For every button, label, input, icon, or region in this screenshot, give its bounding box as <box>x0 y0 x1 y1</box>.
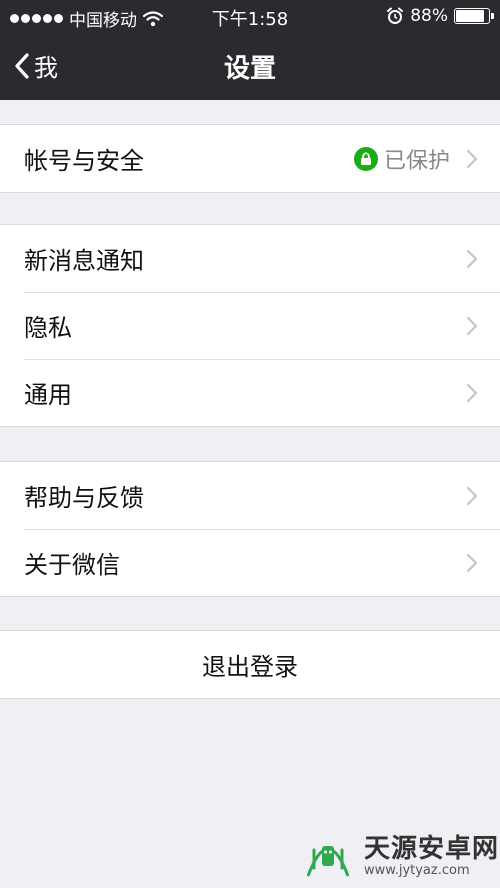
android-logo-icon <box>306 846 350 877</box>
row-label: 关于微信 <box>24 551 120 579</box>
row-label: 帐号与安全 <box>24 147 144 175</box>
logout-group: 退出登录 <box>0 630 500 699</box>
status-bar: 中国移动 下午1:58 88% <box>0 0 500 34</box>
protection-status: 已保护 <box>353 143 450 175</box>
row-label: 隐私 <box>24 314 72 342</box>
settings-row-account-security[interactable]: 帐号与安全 已保护 <box>0 125 500 192</box>
row-label: 通用 <box>24 381 72 409</box>
chevron-right-icon <box>466 149 478 169</box>
top-bar: 中国移动 下午1:58 88% 我 设置 <box>0 0 500 100</box>
watermark-title: 天源安卓网 <box>364 834 500 864</box>
settings-group-help: 帮助与反馈 关于微信 <box>0 461 500 597</box>
logout-button[interactable]: 退出登录 <box>0 631 500 698</box>
watermark-url: www.jytyaz.com <box>364 863 470 878</box>
page-title: 设置 <box>223 54 276 84</box>
logout-label: 退出登录 <box>202 653 298 681</box>
watermark: 天源安卓网 www.jytyaz.com <box>300 828 499 878</box>
chevron-right-icon <box>466 383 478 403</box>
chevron-right-icon <box>466 486 478 506</box>
settings-group-account: 帐号与安全 已保护 <box>0 124 500 193</box>
status-text: 已保护 <box>383 148 450 174</box>
battery-level <box>456 10 484 22</box>
settings-row-notifications[interactable]: 新消息通知 <box>0 225 500 292</box>
status-right: 88% <box>386 6 494 26</box>
settings-row-general[interactable]: 通用 <box>0 359 500 426</box>
row-label: 新消息通知 <box>24 247 144 275</box>
chevron-right-icon <box>466 553 478 573</box>
settings-row-help-feedback[interactable]: 帮助与反馈 <box>0 462 500 529</box>
settings-row-privacy[interactable]: 隐私 <box>0 292 500 359</box>
alarm-icon <box>387 7 404 24</box>
settings-row-about[interactable]: 关于微信 <box>0 529 500 596</box>
chevron-right-icon <box>466 249 478 269</box>
row-label: 帮助与反馈 <box>24 484 144 512</box>
settings-group-general: 新消息通知 隐私 通用 <box>0 224 500 427</box>
chevron-right-icon <box>466 316 478 336</box>
battery-icon <box>454 8 494 24</box>
navigation-bar: 我 设置 <box>0 34 500 100</box>
battery-percent: 88% <box>410 6 448 26</box>
lock-icon <box>353 146 378 171</box>
